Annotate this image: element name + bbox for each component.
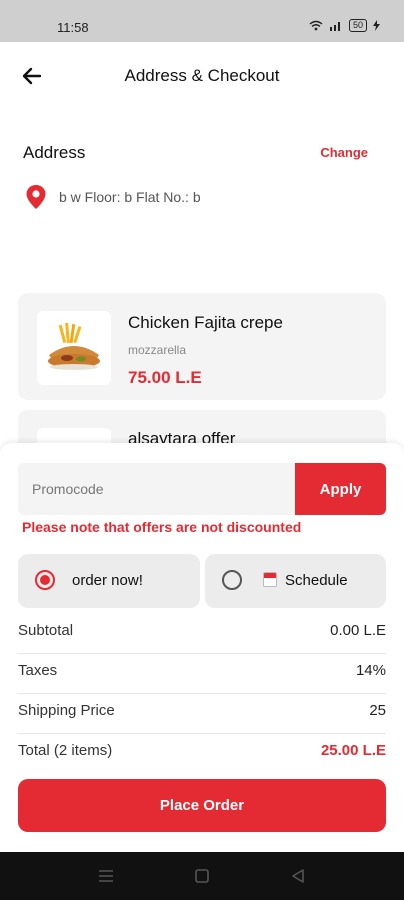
system-nav-bar xyxy=(0,852,404,900)
signal-icon xyxy=(329,22,340,31)
shipping-value: 25 xyxy=(369,702,386,719)
taxes-row: Taxes 14% xyxy=(18,654,386,694)
order-now-radio[interactable] xyxy=(35,570,55,590)
map-pin-icon xyxy=(26,185,46,209)
total-row: Total (2 items) 25.00 L.E xyxy=(18,734,386,774)
top-app-bar: Address & Checkout xyxy=(0,42,404,108)
order-now-label: order now! xyxy=(72,572,143,589)
apply-button[interactable]: Apply xyxy=(295,463,386,515)
page-title: Address & Checkout xyxy=(124,66,280,85)
back-triangle-icon xyxy=(292,869,304,883)
item-subtitle: mozzarella xyxy=(128,343,187,357)
address-heading: Address xyxy=(23,143,86,162)
system-back-button[interactable] xyxy=(288,866,308,886)
total-value: 25.00 L.E xyxy=(320,742,386,759)
item-name: Chicken Fajita crepe xyxy=(128,313,283,332)
subtotal-row: Subtotal 0.00 L.E xyxy=(18,614,386,654)
shipping-row: Shipping Price 25 xyxy=(18,694,386,734)
shipping-label: Shipping Price xyxy=(18,702,115,719)
menu-icon xyxy=(99,870,113,882)
total-label: Total (2 items) xyxy=(18,742,113,759)
taxes-value: 14% xyxy=(355,662,386,679)
offer-note: Please note that offers are not discount… xyxy=(22,519,302,535)
item-price: 75.00 L.E xyxy=(128,368,202,387)
schedule-label: Schedule xyxy=(285,572,348,589)
order-now-option[interactable]: order now! xyxy=(18,554,200,608)
wifi-icon xyxy=(309,20,323,31)
promocode-input[interactable] xyxy=(18,463,295,515)
subtotal-label: Subtotal xyxy=(18,622,74,639)
subtotal-value: 0.00 L.E xyxy=(330,622,386,639)
status-bar: 11:58 50 xyxy=(0,0,404,42)
address-text: b w Floor: b Flat No.: b xyxy=(59,189,201,205)
schedule-option[interactable]: Schedule xyxy=(205,554,386,608)
home-button[interactable] xyxy=(192,866,212,886)
item-image xyxy=(37,311,111,385)
change-address-link[interactable]: Change xyxy=(320,145,368,160)
food-image-icon xyxy=(48,322,100,370)
recents-button[interactable] xyxy=(96,866,116,886)
battery-indicator: 50 xyxy=(348,19,367,32)
taxes-label: Taxes xyxy=(18,662,58,679)
status-time: 11:58 xyxy=(57,20,89,35)
home-square-icon xyxy=(195,869,209,883)
cart-item[interactable]: Chicken Fajita crepe mozzarella 75.00 L.… xyxy=(18,293,386,400)
schedule-radio[interactable] xyxy=(222,570,242,590)
charging-icon xyxy=(373,20,380,31)
promo-field xyxy=(18,463,295,515)
place-order-button[interactable]: Place Order xyxy=(18,779,386,832)
status-icons: 50 xyxy=(309,19,380,32)
calendar-icon xyxy=(263,572,277,587)
